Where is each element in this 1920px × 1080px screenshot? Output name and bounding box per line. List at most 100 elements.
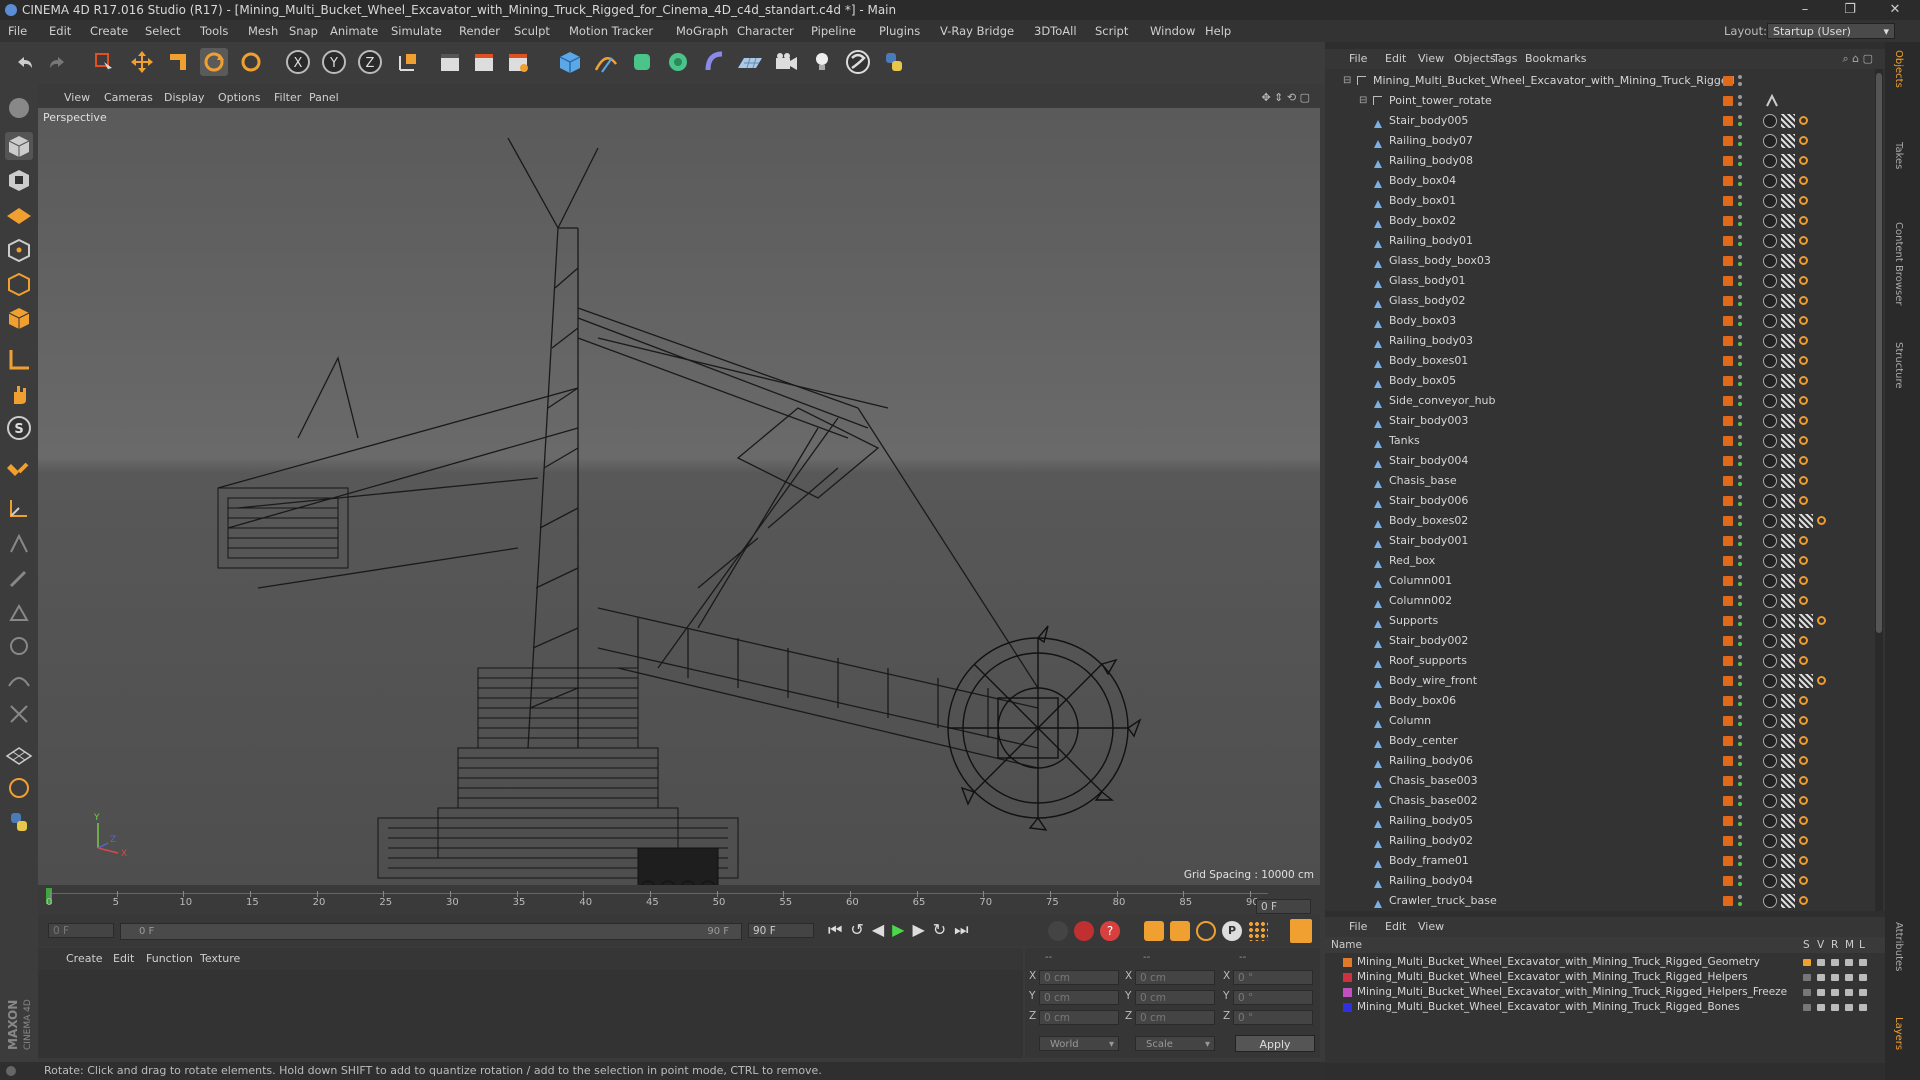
frame-range-slider[interactable]: 0 F 90 F	[120, 923, 742, 940]
object-row[interactable]: Railing_body03	[1325, 331, 1885, 351]
layer-toggle-icon[interactable]	[1803, 989, 1811, 996]
edges-mode-button[interactable]	[5, 270, 33, 298]
visibility-dots-icon[interactable]	[1737, 834, 1743, 848]
position-field-z[interactable]: 0 cm	[1039, 1010, 1119, 1025]
texture-tag-icon[interactable]	[1781, 174, 1795, 188]
rotation-field-y[interactable]: 0 °	[1233, 990, 1313, 1005]
menu-plugins[interactable]: Plugins	[879, 20, 920, 42]
visibility-dots-icon[interactable]	[1737, 174, 1743, 188]
texture-tag-icon[interactable]	[1781, 714, 1795, 728]
visibility-dots-icon[interactable]	[1737, 374, 1743, 388]
object-row[interactable]: Tanks	[1325, 431, 1885, 451]
menu-help[interactable]: Help	[1205, 20, 1231, 42]
object-row-group[interactable]: ⊟ Point_tower_rotate	[1325, 91, 1885, 111]
material-tag-icon[interactable]	[1763, 474, 1777, 488]
material-tag-icon[interactable]	[1763, 774, 1777, 788]
material-tag-icon[interactable]	[1763, 674, 1777, 688]
visibility-dots-icon[interactable]	[1737, 134, 1743, 148]
menu-character[interactable]: Character	[737, 20, 794, 42]
size-field-y[interactable]: 0 cm	[1135, 990, 1215, 1005]
expand-toggle-icon[interactable]: ⊟	[1359, 91, 1367, 111]
object-row[interactable]: Glass_body_box03	[1325, 251, 1885, 271]
undo-button[interactable]	[10, 48, 38, 76]
light-button[interactable]	[808, 48, 836, 76]
material-tag-icon[interactable]	[1763, 434, 1777, 448]
menu-create[interactable]: Create	[90, 20, 128, 42]
layer-name[interactable]: Mining_Multi_Bucket_Wheel_Excavator_with…	[1357, 985, 1787, 1000]
layer-toggle-icon[interactable]	[1817, 989, 1825, 996]
object-row[interactable]: Railing_body06	[1325, 751, 1885, 771]
visibility-dots-icon[interactable]	[1737, 774, 1743, 788]
object-row[interactable]: Railing_body08	[1325, 151, 1885, 171]
texture-tag-icon[interactable]	[1799, 514, 1813, 528]
rig-tag-icon[interactable]	[1765, 93, 1779, 108]
previous-key-icon[interactable]: ↺	[850, 920, 871, 939]
selection-tag-icon[interactable]	[1799, 896, 1808, 905]
selection-tag-icon[interactable]	[1799, 396, 1808, 405]
menu-render[interactable]: Render	[459, 20, 500, 42]
selection-tag-icon[interactable]	[1799, 156, 1808, 165]
menu-window[interactable]: Window	[1150, 20, 1195, 42]
layer-color-swatch[interactable]	[1343, 973, 1352, 982]
selection-tag-icon[interactable]	[1799, 796, 1808, 805]
layout-select[interactable]: Startup (User) ▾	[1767, 23, 1895, 39]
layer-menu-edit[interactable]: Edit	[1385, 917, 1406, 937]
layer-toggle-icon[interactable]	[1845, 989, 1853, 996]
menu-mesh[interactable]: Mesh	[248, 20, 278, 42]
layer-toggle-icon[interactable]	[1831, 989, 1839, 996]
object-row[interactable]: Side_conveyor_hub	[1325, 391, 1885, 411]
material-tag-icon[interactable]	[1763, 854, 1777, 868]
visibility-dots-icon[interactable]	[1737, 274, 1743, 288]
subdivision-surface-button[interactable]	[628, 48, 656, 76]
coordinate-mode-select[interactable]: World ▾	[1039, 1036, 1119, 1051]
menu-motion-tracker[interactable]: Motion Tracker	[569, 20, 653, 42]
selection-tag-icon[interactable]	[1799, 696, 1808, 705]
texture-tag-icon[interactable]	[1781, 294, 1795, 308]
object-row[interactable]: Chasis_base	[1325, 471, 1885, 491]
cloner-button[interactable]	[664, 48, 692, 76]
extrude-tool-button[interactable]	[5, 598, 33, 626]
visibility-dots-icon[interactable]	[1737, 194, 1743, 208]
texture-tag-icon[interactable]	[1781, 674, 1795, 688]
layer-color-swatch[interactable]	[1343, 1003, 1352, 1012]
material-tag-icon[interactable]	[1763, 514, 1777, 528]
python-script-button[interactable]	[880, 48, 908, 76]
object-menu-tags[interactable]: Tags	[1493, 49, 1517, 69]
layer-toggle-icon[interactable]	[1845, 974, 1853, 981]
layer-toggle-icon[interactable]	[1831, 974, 1839, 981]
y-axis-lock-button[interactable]: Y	[320, 48, 348, 76]
texture-tag-icon[interactable]	[1799, 614, 1813, 628]
visibility-dots-icon[interactable]	[1737, 614, 1743, 628]
recent-tools-button[interactable]	[237, 48, 265, 76]
render-view-button[interactable]	[436, 48, 464, 76]
end-frame-field[interactable]: 0 F	[1256, 899, 1311, 914]
selection-tag-icon[interactable]	[1799, 436, 1808, 445]
menu-file[interactable]: File	[8, 20, 27, 42]
perspective-viewport[interactable]: Perspective Y X Z Grid Spacing: 10000 c…	[38, 108, 1320, 885]
loop-tool-button[interactable]	[5, 632, 33, 660]
selection-tag-icon[interactable]	[1799, 316, 1808, 325]
deformer-button[interactable]	[700, 48, 728, 76]
object-menu-view[interactable]: View	[1418, 49, 1444, 69]
go-to-end-icon[interactable]: ⏭	[954, 920, 976, 939]
visibility-dots-icon[interactable]	[1737, 254, 1743, 268]
make-editable-button[interactable]	[5, 94, 33, 122]
visibility-dots-icon[interactable]	[1737, 154, 1743, 168]
viewport-menu-filter[interactable]: Filter	[274, 88, 301, 108]
object-row[interactable]: Stair_body005	[1325, 111, 1885, 131]
menu-tools[interactable]: Tools	[200, 20, 228, 42]
menu-script[interactable]: Script	[1095, 20, 1128, 42]
max-frame-field[interactable]: 90 F	[748, 923, 814, 938]
visibility-dots-icon[interactable]	[1737, 334, 1743, 348]
layer-menu-view[interactable]: View	[1418, 917, 1444, 937]
texture-tag-icon[interactable]	[1781, 774, 1795, 788]
model-mode-button[interactable]	[5, 132, 33, 160]
floor-button[interactable]	[736, 48, 764, 76]
texture-tag-icon[interactable]	[1781, 654, 1795, 668]
object-row[interactable]: Stair_body001	[1325, 531, 1885, 551]
layer-toggle-icon[interactable]	[1845, 959, 1853, 966]
selection-tag-icon[interactable]	[1799, 456, 1808, 465]
object-menu-objects[interactable]: Objects	[1454, 49, 1496, 69]
cube-primitive-button[interactable]	[556, 48, 584, 76]
texture-tag-icon[interactable]	[1781, 554, 1795, 568]
